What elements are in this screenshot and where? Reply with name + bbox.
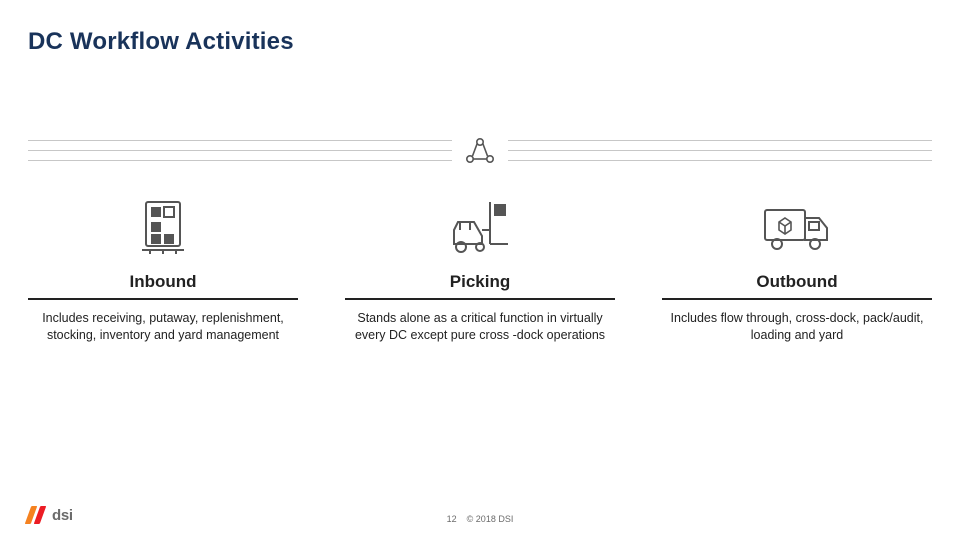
- column-heading: Outbound: [756, 272, 837, 292]
- truck-icon: [761, 190, 833, 254]
- dsi-logo-mark-icon: [28, 506, 46, 524]
- copyright-text: © 2018 DSI: [467, 514, 514, 524]
- column-inbound: Inbound Includes receiving, putaway, rep…: [28, 190, 298, 344]
- dsi-logo-text: dsi: [52, 507, 73, 524]
- slide: DC Workflow Activities: [0, 0, 960, 540]
- column-body: Includes flow through, cross-dock, pack/…: [662, 310, 932, 344]
- dsi-logo: dsi: [28, 506, 73, 524]
- column-rule: [345, 298, 615, 300]
- column-rule: [28, 298, 298, 300]
- column-heading: Picking: [450, 272, 510, 292]
- column-body: Includes receiving, putaway, replenishme…: [28, 310, 298, 344]
- footer-meta: 12 © 2018 DSI: [447, 514, 514, 524]
- column-picking: Picking Stands alone as a critical funct…: [345, 190, 615, 344]
- column-outbound: Outbound Includes flow through, cross-do…: [662, 190, 932, 344]
- column-body: Stands alone as a critical function in v…: [345, 310, 615, 344]
- compliance-cycle-icon: [452, 124, 508, 180]
- page-number: 12: [447, 514, 457, 524]
- column-heading: Inbound: [129, 272, 196, 292]
- inbound-pallet-icon: [142, 190, 184, 254]
- columns-row: Inbound Includes receiving, putaway, rep…: [28, 190, 932, 344]
- column-rule: [662, 298, 932, 300]
- horizontal-band: [28, 136, 932, 168]
- forklift-icon: [448, 190, 512, 254]
- footer: dsi 12 © 2018 DSI: [28, 506, 932, 524]
- page-title: DC Workflow Activities: [28, 28, 932, 56]
